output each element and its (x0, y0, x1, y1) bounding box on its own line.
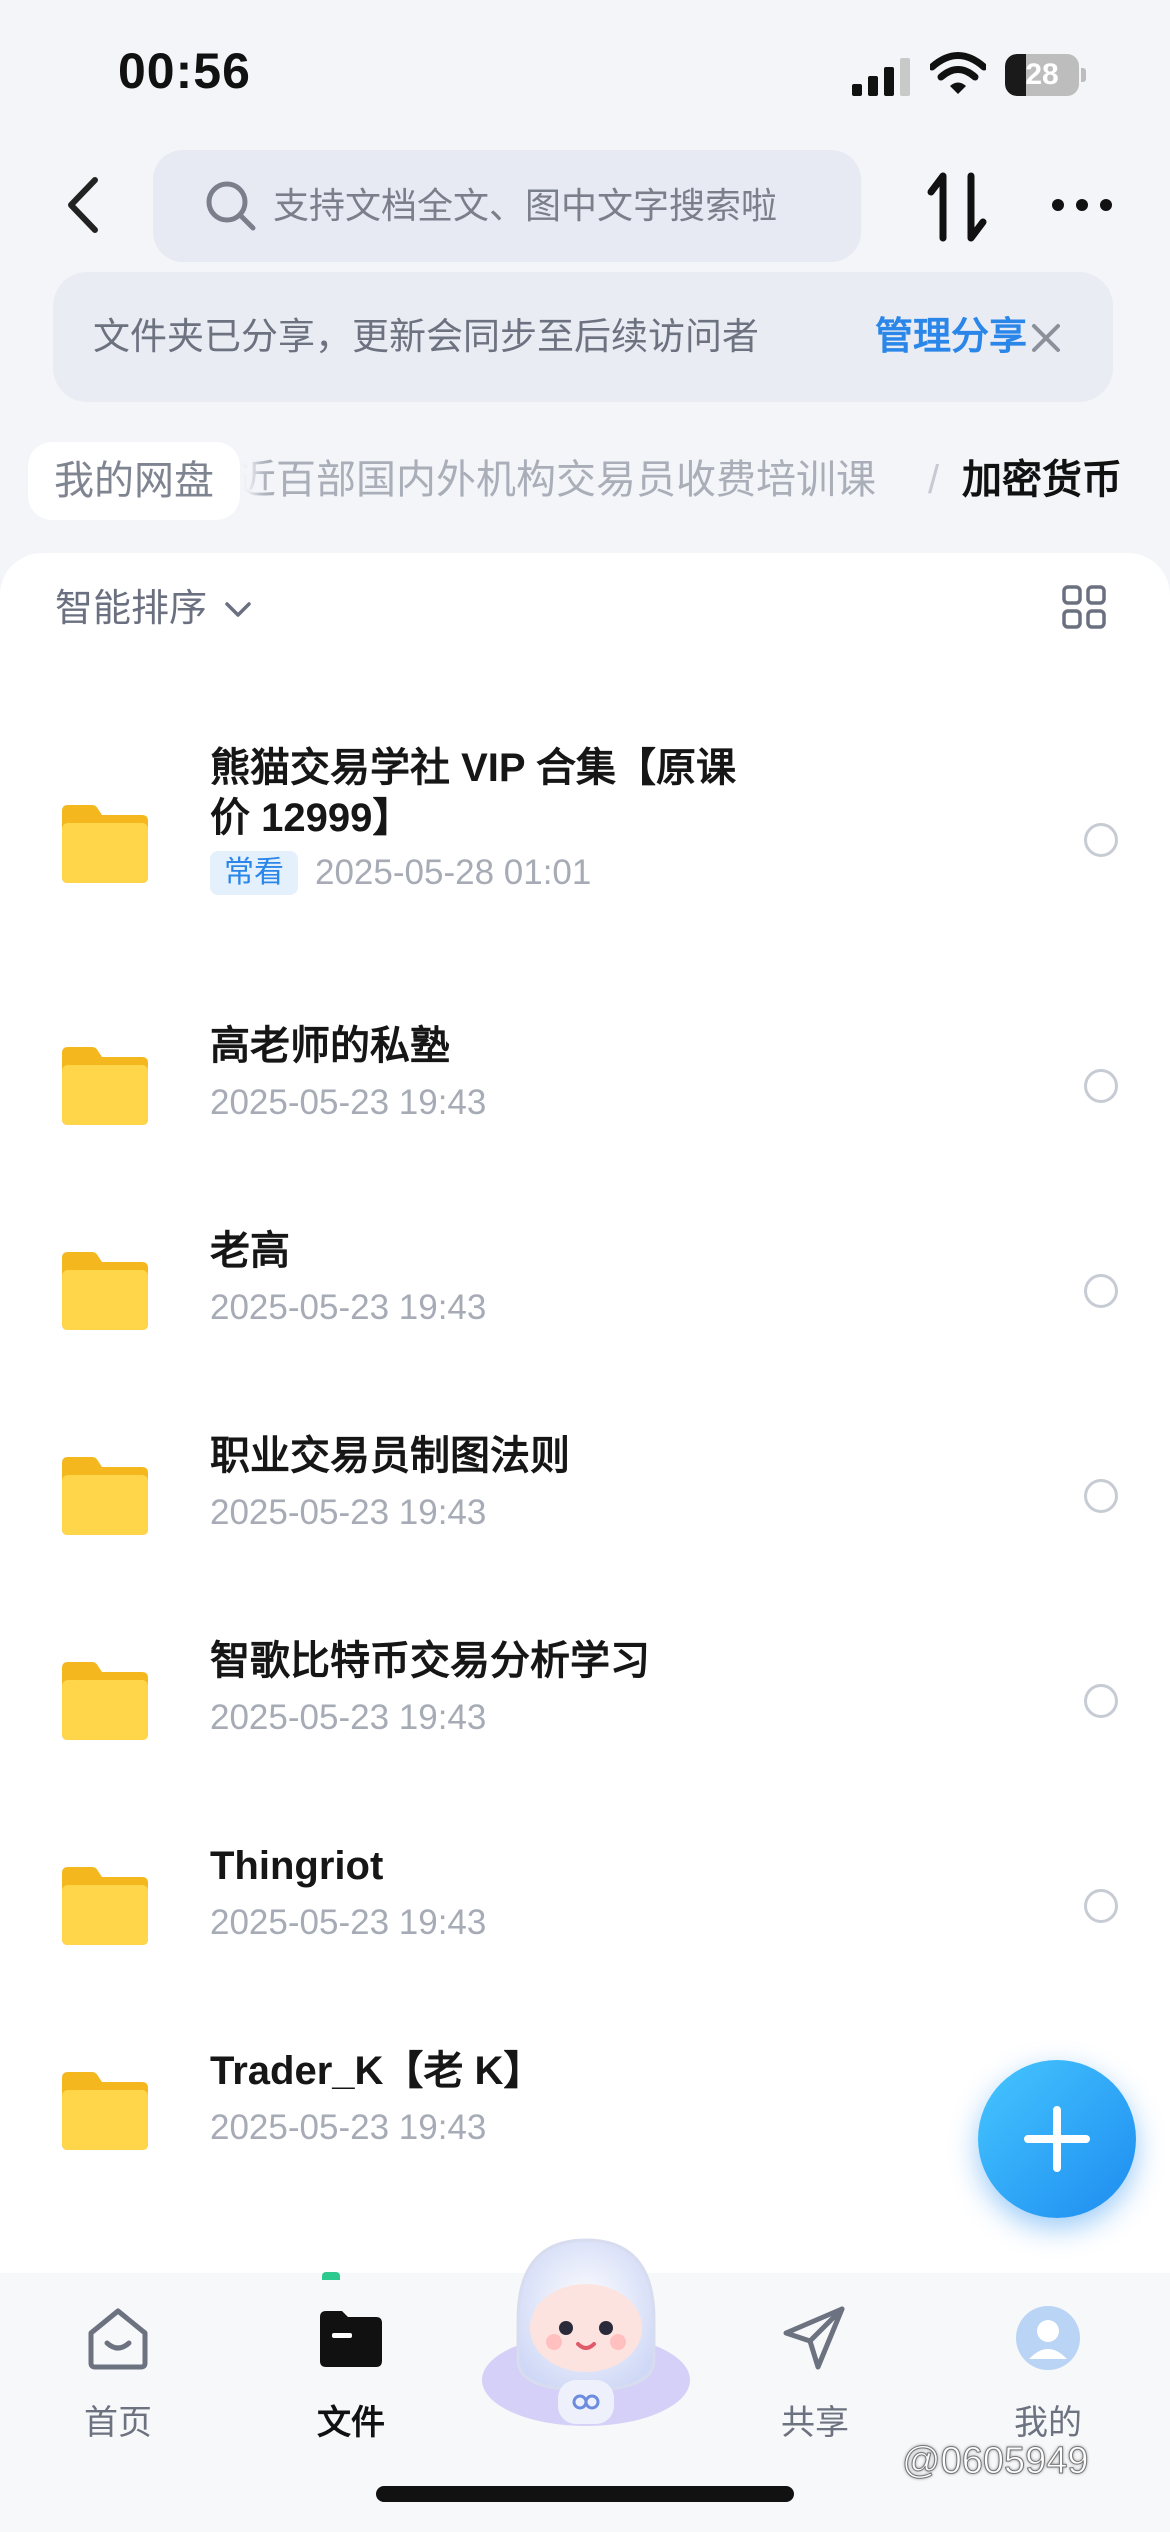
list-item[interactable]: 老高 2025-05-23 19:43 (0, 1198, 1170, 1398)
assistant-mascot-icon[interactable] (478, 2230, 694, 2430)
watermark-text: @0605949 (902, 2440, 1090, 2483)
wifi-icon (930, 52, 986, 94)
list-item[interactable]: Thingriot 2025-05-23 19:43 (0, 1813, 1170, 2013)
breadcrumb-parent-folder[interactable]: 近百部国内外机构交易员收费培训课 (236, 430, 876, 530)
cellular-signal-icon (852, 58, 910, 96)
tab-files-label: 文件 (317, 2404, 385, 2442)
more-options-button[interactable] (1050, 188, 1114, 222)
select-radio[interactable] (1084, 1684, 1118, 1718)
notification-indicator (322, 2272, 340, 2280)
add-button[interactable] (978, 2060, 1136, 2218)
file-date: 2025-05-23 19:43 (210, 1288, 487, 1327)
home-icon (88, 2308, 148, 2370)
tab-share[interactable]: 共享 (740, 2303, 890, 2463)
select-radio[interactable] (1084, 1274, 1118, 1308)
send-icon (783, 2306, 845, 2370)
search-icon (206, 181, 256, 231)
file-name: 老高 (210, 1229, 290, 1273)
back-button[interactable] (55, 170, 115, 240)
breadcrumb-current-folder: 加密货币 (962, 458, 1122, 502)
status-time: 00:56 (118, 43, 251, 99)
home-indicator[interactable] (376, 2486, 794, 2502)
select-radio[interactable] (1084, 1479, 1118, 1513)
tab-home-label: 首页 (84, 2404, 152, 2442)
file-date: 2025-05-28 01:01 (315, 853, 592, 892)
folder-icon (62, 1047, 148, 1125)
sort-order-button[interactable] (925, 170, 991, 244)
folder-icon (62, 2072, 148, 2150)
tab-profile[interactable]: 我的 (973, 2303, 1123, 2463)
folder-icon (62, 1662, 148, 1740)
tab-home[interactable]: 首页 (43, 2303, 193, 2463)
list-item[interactable]: 高老师的私塾 2025-05-23 19:43 (0, 993, 1170, 1193)
tab-files[interactable]: 文件 (276, 2303, 426, 2463)
search-placeholder: 支持文档全文、图中文字搜索啦 (273, 185, 778, 226)
grid-view-icon[interactable] (1062, 585, 1106, 629)
file-name: 职业交易员制图法则 (210, 1434, 570, 1478)
breadcrumb-root[interactable]: 我的网盘 (28, 442, 240, 520)
tab-profile-label: 我的 (1014, 2404, 1082, 2442)
folder-icon (62, 1867, 148, 1945)
status-bar: 00:56 28 (0, 0, 1170, 150)
select-radio[interactable] (1084, 1069, 1118, 1103)
file-date: 2025-05-23 19:43 (210, 1493, 487, 1532)
file-list-panel: 智能排序 熊猫交易学社 VIP 合集【原课 价 12999】 常看 2025-0… (0, 553, 1170, 2273)
select-radio[interactable] (1084, 823, 1118, 857)
file-name: 高老师的私塾 (210, 1024, 450, 1068)
file-date: 2025-05-23 19:43 (210, 2108, 487, 2147)
frequent-badge: 常看 (210, 851, 298, 895)
select-radio[interactable] (1084, 1889, 1118, 1923)
breadcrumb: 近百部国内外机构交易员收费培训课 我的网盘 / 加密货币 (0, 430, 1170, 530)
file-name: 熊猫交易学社 VIP 合集【原课 (210, 746, 736, 790)
breadcrumb-separator: / (928, 458, 940, 502)
list-item[interactable]: 熊猫交易学社 VIP 合集【原课 价 12999】 常看 2025-05-28 … (0, 723, 1170, 963)
battery-indicator: 28 (1005, 54, 1086, 96)
list-item[interactable]: 智歌比特币交易分析学习 2025-05-23 19:43 (0, 1608, 1170, 1808)
close-icon[interactable] (1030, 322, 1062, 354)
list-item[interactable]: 职业交易员制图法则 2025-05-23 19:43 (0, 1403, 1170, 1603)
plus-icon (1024, 2106, 1090, 2172)
tab-share-label: 共享 (781, 2404, 849, 2442)
file-name: Thingriot (210, 1844, 384, 1888)
file-date: 2025-05-23 19:43 (210, 1903, 487, 1942)
folder-icon (62, 1252, 148, 1330)
manage-share-link[interactable]: 管理分享 (875, 272, 1027, 402)
folder-icon (62, 805, 148, 883)
battery-nub (1081, 68, 1086, 82)
share-notice-banner: 文件夹已分享，更新会同步至后续访问者 管理分享 (53, 272, 1113, 402)
file-name-continued: 价 12999】 (210, 796, 413, 840)
battery-percent: 28 (1025, 58, 1059, 91)
file-name: Trader_K【老 K】 (210, 2049, 544, 2093)
share-notice-text: 文件夹已分享，更新会同步至后续访问者 (93, 316, 759, 357)
folder-icon (320, 2311, 382, 2367)
sort-dropdown[interactable]: 智能排序 (55, 581, 207, 637)
folder-icon (62, 1457, 148, 1535)
profile-icon (1016, 2306, 1080, 2370)
file-date: 2025-05-23 19:43 (210, 1698, 487, 1737)
chevron-down-icon[interactable] (222, 593, 254, 625)
search-bar[interactable]: 支持文档全文、图中文字搜索啦 (153, 150, 861, 262)
file-name: 智歌比特币交易分析学习 (210, 1639, 650, 1683)
file-date: 2025-05-23 19:43 (210, 1083, 487, 1122)
